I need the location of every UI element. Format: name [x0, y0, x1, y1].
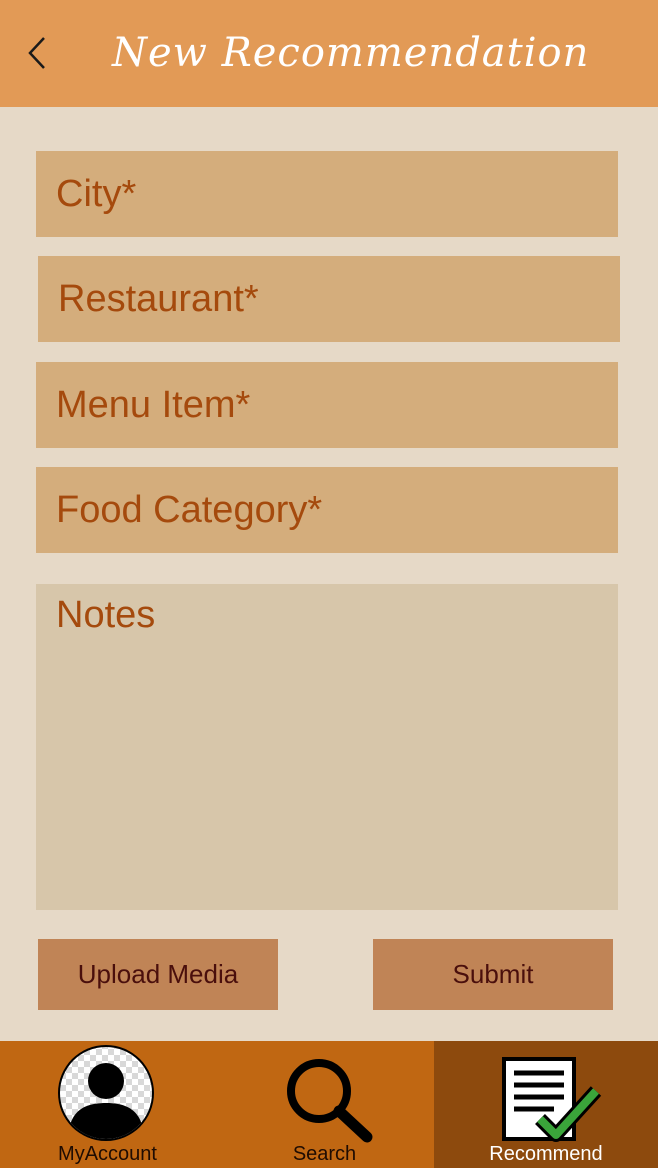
nav-item-myaccount[interactable]: MyAccount: [0, 1041, 215, 1168]
user-avatar-icon: [58, 1045, 154, 1141]
nav-item-recommend[interactable]: Recommend: [434, 1041, 658, 1168]
bottom-nav: MyAccount Search Recommend: [0, 1041, 658, 1168]
menu-item-placeholder: Menu Item*: [56, 383, 251, 426]
page-title: New Recommendation: [112, 30, 590, 76]
notes-textarea[interactable]: Notes: [36, 584, 618, 910]
nav-label-recommend: Recommend: [489, 1143, 603, 1165]
back-button[interactable]: [22, 30, 58, 76]
food-category-field[interactable]: Food Category*: [36, 467, 618, 553]
restaurant-placeholder: Restaurant*: [58, 277, 259, 320]
upload-media-button[interactable]: Upload Media: [38, 939, 278, 1010]
food-category-placeholder: Food Category*: [56, 488, 323, 531]
nav-label-myaccount: MyAccount: [58, 1143, 157, 1165]
city-placeholder: City*: [56, 172, 137, 215]
search-icon: [287, 1059, 373, 1143]
restaurant-field[interactable]: Restaurant*: [38, 256, 620, 342]
checklist-icon: [502, 1057, 602, 1142]
menu-item-field[interactable]: Menu Item*: [36, 362, 618, 448]
city-field[interactable]: City*: [36, 151, 618, 237]
notes-placeholder: Notes: [56, 594, 156, 636]
app-header: New Recommendation: [0, 0, 658, 107]
submit-button[interactable]: Submit: [373, 939, 613, 1010]
nav-label-search: Search: [292, 1143, 357, 1165]
chevron-left-icon: [28, 37, 45, 69]
nav-item-search[interactable]: Search: [215, 1041, 434, 1168]
